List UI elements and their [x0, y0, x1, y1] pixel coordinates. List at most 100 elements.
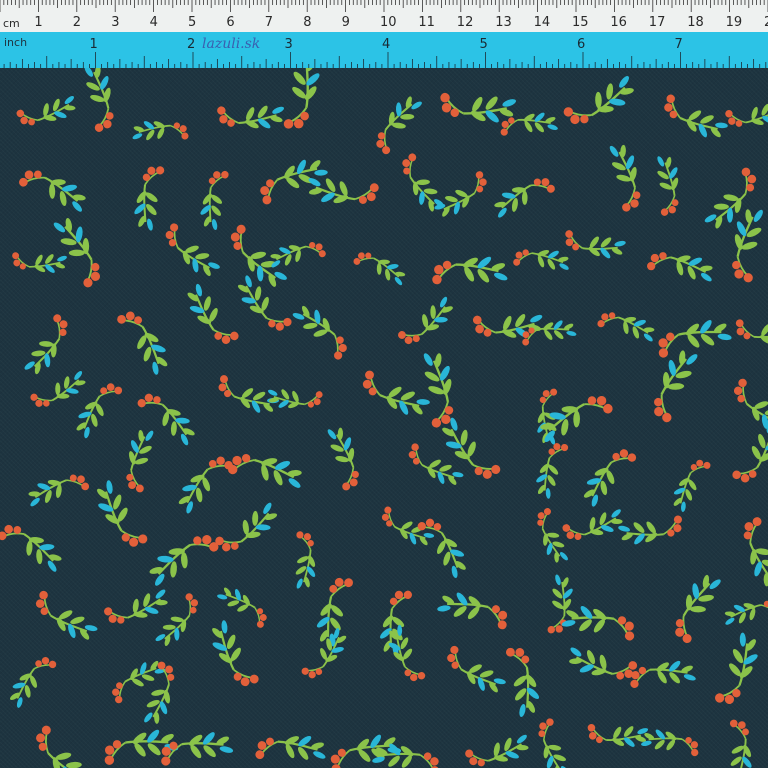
leaf-sprig: [98, 710, 185, 768]
leaf-sprig: [655, 567, 742, 648]
leaf-sprig: [211, 75, 292, 153]
leaf-sprig: [21, 454, 94, 529]
leaf-sprig: [517, 305, 582, 364]
leaf-sprig: [395, 284, 458, 356]
cm-tick-label: 19: [726, 15, 743, 30]
leaf-sprig: [705, 199, 768, 289]
cm-tick-label: 3: [111, 15, 119, 30]
leaf-sprig: [731, 418, 768, 485]
leaf-sprig: [703, 714, 768, 768]
cm-tick-label: 2: [73, 15, 81, 30]
cm-tick-label: 15: [572, 15, 589, 30]
leaf-sprig: [103, 421, 179, 498]
leaf-sprig: [430, 169, 491, 220]
cm-tick-label: 12: [457, 15, 474, 30]
fabric-swatch: [0, 68, 768, 768]
cm-tick-label: 16: [610, 15, 627, 30]
leaf-sprig: [720, 512, 768, 595]
cm-tick-label: 10: [380, 15, 397, 30]
leaf-sprig: [125, 100, 193, 166]
leaf-sprig: [300, 572, 372, 652]
leaf-sprig: [270, 526, 336, 596]
leaf-sprig: [467, 283, 551, 364]
leaf-sprig: [434, 68, 525, 147]
cm-tick-labels: 123456789101112131415161718192: [34, 15, 768, 30]
leaf-sprig: [593, 293, 662, 363]
leaf-sprig: [582, 699, 655, 767]
leaf-sprig: [184, 166, 248, 236]
cm-ruler: cm 123456789101112131415161718192: [0, 0, 768, 33]
leaf-sprig: [73, 380, 124, 442]
leaf-sprig: [583, 136, 664, 217]
leaf-sprig: [222, 428, 312, 518]
leaf-sprig: [445, 644, 508, 695]
cm-tick-label: 7: [265, 15, 273, 30]
leaf-sprig: [0, 508, 69, 589]
leaf-sprig: [508, 228, 577, 295]
cm-tick-marks: [0, 0, 768, 12]
leaf-sprig: [431, 576, 513, 648]
leaf-sprig: [184, 279, 241, 348]
cm-tick-label: 11: [418, 15, 435, 30]
inch-tick-label: 4: [382, 37, 390, 52]
leaf-sprig: [134, 382, 200, 457]
leaf-sprig: [720, 78, 768, 149]
leaf-sprig: [460, 710, 537, 768]
leaf-sprig: [407, 441, 466, 488]
leaf-sprig: [362, 90, 437, 158]
inch-tick-label: 7: [675, 37, 683, 52]
inch-tick-label: 3: [285, 37, 293, 52]
leaf-sprig: [211, 487, 284, 566]
inch-tick-label: 1: [90, 37, 98, 52]
sprig-motifs: [0, 68, 768, 768]
cm-tick-label: 6: [226, 15, 234, 30]
cm-tick-label: 1: [34, 15, 42, 30]
leaf-sprig: [525, 439, 581, 503]
leaf-sprig: [260, 68, 340, 135]
inch-ruler: inch lazuli.sk 1 2 3 4 5 6 7: [0, 32, 768, 68]
leaf-sprig: [299, 147, 385, 231]
leaf-sprig: [487, 160, 559, 237]
leaf-sprig: [642, 228, 722, 308]
leaf-sprig: [24, 722, 105, 768]
leaf-sprig: [730, 296, 768, 365]
cm-tick-label: 4: [150, 15, 158, 30]
leaf-sprig: [249, 710, 334, 768]
leaf-sprig: [7, 310, 84, 381]
fabric-photo: cm 123456789101112131415161718192 inch l…: [0, 0, 768, 768]
leaf-sprig: [555, 586, 640, 664]
leaf-sprig: [416, 516, 469, 581]
inch-ruler-scale: inch lazuli.sk 1 2 3 4 5 6 7: [3, 36, 767, 68]
fabric-pattern: [0, 68, 768, 768]
leaf-sprig: [32, 210, 120, 292]
leaf-sprig: [484, 642, 558, 724]
leaf-sprig: [257, 150, 331, 213]
leaf-sprig: [303, 419, 381, 496]
leaf-sprig: [391, 343, 481, 434]
leaf-sprig: [380, 504, 436, 549]
leaf-sprig: [360, 362, 433, 424]
inch-tick-label: 6: [577, 37, 585, 52]
leaf-sprig: [701, 628, 768, 708]
leaf-sprig: [115, 309, 171, 378]
leaf-sprig: [142, 590, 211, 652]
leaf-sprig: [219, 221, 300, 293]
leaf-sprig: [559, 68, 642, 144]
leaf-sprig: [120, 657, 196, 732]
inch-tick-labels: 1 2 3 4 5 6 7: [90, 37, 683, 52]
leaf-sprig: [6, 652, 58, 714]
leaf-sprig: [532, 374, 618, 465]
leaf-sprig: [691, 164, 768, 235]
inch-tick-label: 5: [480, 37, 488, 52]
cm-tick-label: 5: [188, 15, 196, 30]
leaf-sprig: [631, 342, 721, 428]
leaf-sprig: [630, 148, 701, 221]
cm-tick-label: 14: [534, 15, 551, 30]
leaf-sprig: [652, 302, 738, 379]
leaf-sprig: [261, 365, 327, 429]
leaf-sprig: [350, 236, 412, 302]
leaf-sprig: [142, 517, 223, 605]
cm-tick-label: 2: [764, 15, 768, 30]
cm-tick-label: 9: [342, 15, 350, 30]
inch-tick-label: 2: [187, 37, 195, 52]
